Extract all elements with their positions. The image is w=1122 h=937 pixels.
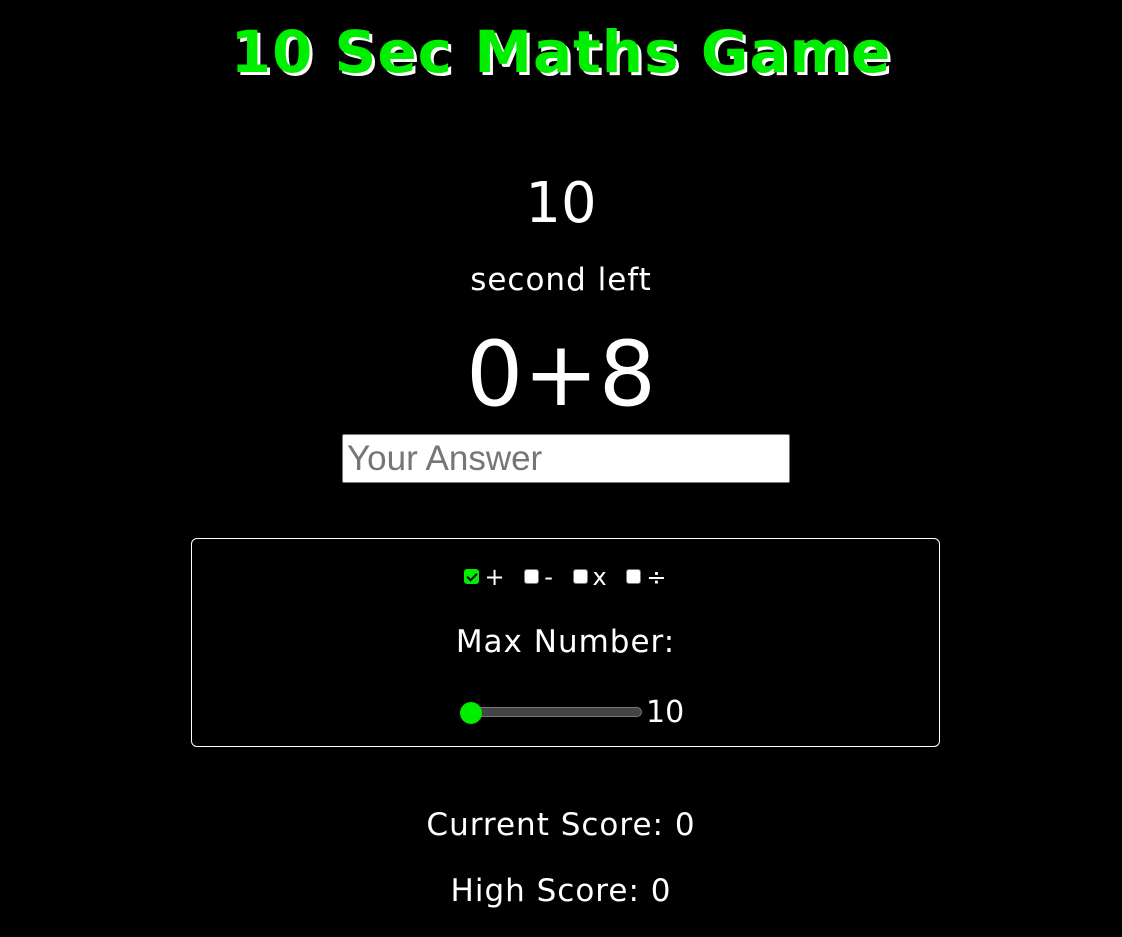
max-number-label: Max Number: bbox=[455, 624, 676, 660]
max-number-slider[interactable] bbox=[460, 702, 642, 724]
answer-input[interactable] bbox=[342, 434, 790, 483]
add-checkbox[interactable] bbox=[464, 569, 480, 584]
multiply-checkbox[interactable] bbox=[572, 569, 588, 584]
operations-row: + - x ÷ bbox=[192, 561, 939, 591]
operation-divide[interactable]: ÷ bbox=[626, 562, 667, 591]
high-score: High Score: 0 bbox=[450, 873, 672, 909]
settings-panel: + - x ÷ Max Number: 10 bbox=[191, 538, 940, 747]
add-label: + bbox=[484, 562, 505, 591]
subtract-checkbox[interactable] bbox=[524, 569, 540, 584]
question-text: 0+8 bbox=[466, 322, 656, 427]
slider-thumb[interactable] bbox=[460, 702, 482, 724]
divide-checkbox[interactable] bbox=[626, 569, 642, 584]
multiply-label: x bbox=[592, 562, 607, 591]
max-number-value: 10 bbox=[646, 695, 685, 730]
current-score: Current Score: 0 bbox=[426, 807, 696, 843]
operation-subtract[interactable]: - bbox=[524, 562, 553, 591]
subtract-label: - bbox=[544, 562, 553, 591]
operation-add[interactable]: + bbox=[464, 562, 505, 591]
game-title: 10 Sec Maths Game bbox=[230, 18, 892, 86]
operation-multiply[interactable]: x bbox=[572, 562, 607, 591]
divide-label: ÷ bbox=[646, 562, 667, 591]
timer-label: second left bbox=[470, 262, 652, 298]
timer-value: 10 bbox=[525, 171, 597, 236]
